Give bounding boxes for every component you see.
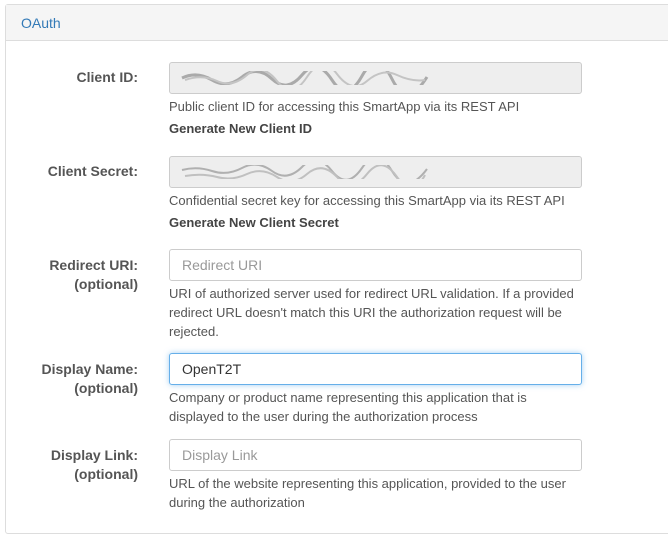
client-id-label: Client ID: [76, 69, 138, 85]
redirect-uri-label-text: Redirect URI: [49, 257, 138, 273]
display-name-label: Display Name: (optional) [0, 360, 138, 398]
display-name-control: Company or product name representing thi… [169, 353, 582, 426]
display-link-control: URL of the website representing this app… [169, 439, 582, 512]
display-link-input[interactable] [169, 439, 582, 471]
client-id-control: Public client ID for accessing this Smar… [169, 62, 582, 136]
client-secret-control: Confidential secret key for accessing th… [169, 156, 582, 230]
display-link-help: URL of the website representing this app… [169, 476, 566, 510]
redirect-uri-label: Redirect URI: (optional) [0, 256, 138, 294]
redacted-client-secret [181, 165, 428, 179]
oauth-panel: OAuth Client ID: Public client ID for ac… [5, 4, 668, 534]
generate-client-id-link[interactable]: Generate New Client ID [169, 121, 582, 136]
client-secret-field[interactable] [169, 156, 582, 188]
redirect-uri-input[interactable] [169, 249, 582, 281]
redirect-uri-optional: (optional) [74, 276, 138, 292]
panel-title: OAuth [6, 5, 668, 41]
generate-client-secret-link[interactable]: Generate New Client Secret [169, 215, 582, 230]
display-name-input[interactable] [169, 353, 582, 385]
display-name-optional: (optional) [74, 380, 138, 396]
display-link-optional: (optional) [74, 466, 138, 482]
panel-body: Client ID: Public client ID for accessin… [6, 41, 668, 541]
client-id-field[interactable] [169, 62, 582, 94]
client-secret-help: Confidential secret key for accessing th… [169, 193, 565, 208]
redacted-client-id [181, 71, 429, 85]
display-link-label-text: Display Link: [50, 447, 138, 463]
display-link-label: Display Link: (optional) [0, 446, 138, 484]
client-secret-label: Client Secret: [47, 163, 138, 179]
client-id-help: Public client ID for accessing this Smar… [169, 99, 520, 114]
redirect-uri-control: URI of authorized server used for redire… [169, 249, 582, 341]
display-name-label-text: Display Name: [41, 361, 138, 377]
redirect-uri-help: URI of authorized server used for redire… [169, 286, 574, 339]
display-name-help: Company or product name representing thi… [169, 390, 527, 424]
